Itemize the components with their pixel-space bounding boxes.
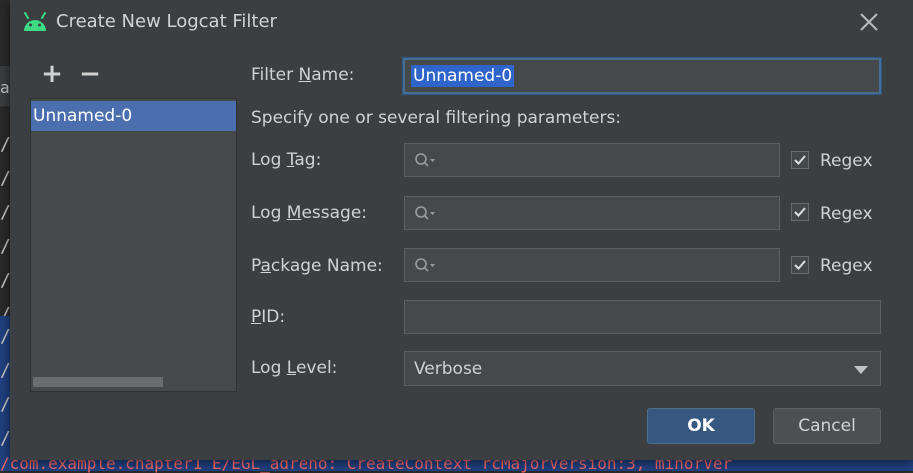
check-icon	[794, 207, 806, 217]
log-level-value: Verbose	[414, 359, 483, 379]
log-tag-input[interactable]	[404, 143, 780, 177]
search-icon[interactable]	[413, 256, 437, 276]
instructions-text: Specify one or several filtering paramet…	[251, 108, 622, 128]
ok-button[interactable]: OK	[647, 408, 755, 444]
android-icon	[24, 12, 46, 31]
check-icon	[794, 260, 806, 270]
add-filter-button[interactable]: +	[38, 60, 66, 88]
close-icon[interactable]	[857, 10, 881, 34]
filter-name-label: Filter Name:	[251, 65, 355, 85]
dialog-titlebar: Create New Logcat Filter	[10, 0, 913, 44]
filter-list-toolbar: + −	[30, 60, 240, 90]
log-level-label: Log Level:	[251, 358, 338, 378]
log-message-regex-label: Regex	[820, 204, 873, 224]
filter-list: Unnamed-0	[30, 98, 237, 392]
log-tag-regex-label: Regex	[820, 151, 873, 171]
remove-filter-button[interactable]: −	[76, 60, 104, 88]
search-icon[interactable]	[413, 204, 437, 224]
search-icon[interactable]	[413, 151, 437, 171]
log-message-label: Log Message:	[251, 203, 368, 223]
package-name-regex-label: Regex	[820, 256, 873, 276]
package-name-regex-checkbox[interactable]	[791, 256, 809, 274]
check-icon	[794, 155, 806, 165]
cancel-button[interactable]: Cancel	[773, 408, 881, 444]
horizontal-scrollbar[interactable]	[33, 377, 163, 387]
filter-name-value: Unnamed-0	[411, 65, 515, 87]
chevron-down-icon	[854, 366, 868, 374]
log-message-regex-checkbox[interactable]	[791, 203, 809, 221]
log-tag-label: Log Tag:	[251, 150, 322, 170]
package-name-label: Package Name:	[251, 256, 383, 276]
log-level-select[interactable]: Verbose	[404, 351, 881, 386]
pid-input[interactable]	[404, 300, 881, 334]
pid-label: PID:	[251, 307, 286, 327]
log-message-input[interactable]	[404, 196, 780, 230]
log-tag-regex-checkbox[interactable]	[791, 151, 809, 169]
package-name-input[interactable]	[404, 248, 780, 282]
dialog-title: Create New Logcat Filter	[56, 11, 277, 32]
filter-name-input[interactable]: Unnamed-0	[403, 58, 881, 94]
list-item[interactable]: Unnamed-0	[31, 101, 236, 131]
create-logcat-filter-dialog: Create New Logcat Filter + − Unnamed-0 F…	[10, 0, 913, 460]
